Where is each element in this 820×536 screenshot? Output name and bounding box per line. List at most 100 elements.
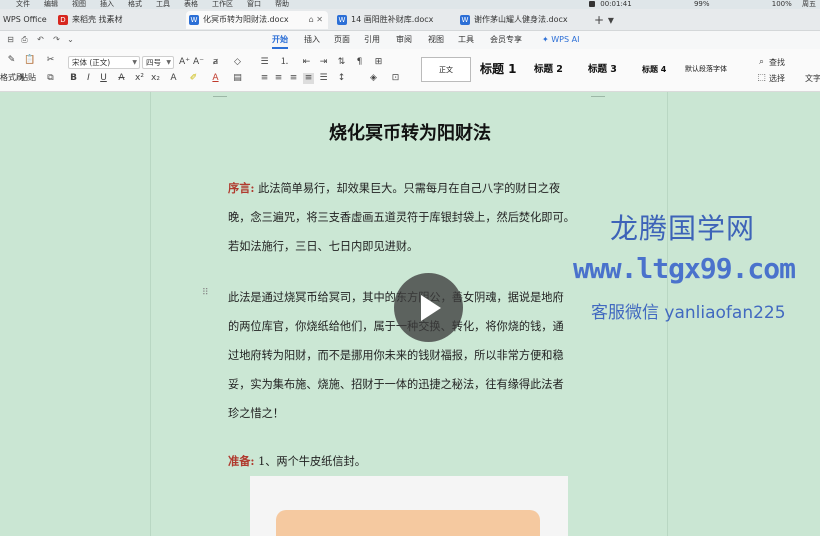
font-value: 宋体 (正文)	[72, 58, 111, 67]
wps-ai-label: WPS AI	[551, 35, 580, 44]
menubar-item[interactable]: 格式	[128, 0, 142, 9]
menubar-item[interactable]: 视图	[72, 0, 86, 9]
word-doc-icon: W	[337, 14, 347, 25]
decrease-indent-icon[interactable]: ⇤	[301, 57, 312, 68]
tab-docer[interactable]: D 来稻壳 找素材	[55, 11, 175, 29]
watermark-site-name: 龙腾国学网	[610, 212, 756, 245]
menubar-menu: 文件 编辑 视图 插入 格式 工具 表格 工作区 窗口 帮助	[16, 0, 303, 9]
tab-home[interactable]: 开始	[272, 31, 288, 49]
justify-icon[interactable]: ≡	[303, 73, 314, 84]
battery-percent: 99%	[693, 0, 710, 8]
bold-icon[interactable]: B	[68, 73, 79, 84]
prep-paragraph: 准备: 1、两个牛皮纸信封。	[228, 447, 598, 476]
menubar-item[interactable]: 工作区	[212, 0, 233, 9]
chevron-down-icon[interactable]: ⌄	[66, 35, 75, 44]
clear-format-icon[interactable]: ◇	[232, 57, 243, 68]
menubar-item[interactable]: 文件	[16, 0, 30, 9]
paste-icon[interactable]: 📋	[24, 55, 35, 66]
paste-label[interactable]: 粘贴	[20, 73, 36, 83]
font-family-select[interactable]: 宋体 (正文) ▼	[68, 56, 140, 69]
word-doc-icon: W	[189, 14, 199, 25]
new-tab-button[interactable]: + ▾	[594, 14, 614, 26]
text-effect-icon[interactable]: A	[168, 73, 179, 84]
tab-insert[interactable]: 插入	[304, 31, 320, 49]
find-label[interactable]: 查找	[769, 58, 785, 68]
align-right-icon[interactable]: ≡	[288, 73, 299, 84]
highlight-icon[interactable]: ✐	[188, 73, 199, 84]
record-icon[interactable]	[589, 1, 596, 7]
distributed-icon[interactable]: ☰	[318, 73, 329, 84]
numbering-icon[interactable]: ⒈	[279, 57, 290, 68]
font-size-select[interactable]: 四号 ▼	[142, 56, 174, 69]
align-center-icon[interactable]: ≡	[273, 73, 284, 84]
shrink-font-icon[interactable]: A⁻	[193, 57, 204, 68]
undo-icon[interactable]: ↶	[36, 35, 45, 44]
search-icon[interactable]: ⌕	[756, 57, 767, 68]
superscript-icon[interactable]: x²	[134, 73, 145, 84]
tab-references[interactable]: 引用	[364, 31, 380, 49]
video-play-button[interactable]	[394, 273, 463, 342]
tab-view[interactable]: 视图	[428, 31, 444, 49]
borders-icon[interactable]: ⊞	[373, 57, 384, 68]
align-left-icon[interactable]: ≡	[259, 73, 270, 84]
style-normal[interactable]: 正文	[421, 57, 471, 82]
shading-icon[interactable]: ◈	[368, 73, 379, 84]
preface-line-text: 此法简单易行，却效果巨大。只需每月在自己八字的财日之夜	[258, 182, 561, 195]
menubar-status: 00:01:41 99% 100% 周五	[589, 0, 816, 9]
body-line: 妥，实为集布施、烧施、招财于一体的迅捷之秘法，往有缘得此法者	[228, 378, 564, 391]
tab-member[interactable]: 会员专享	[490, 31, 522, 49]
copy-icon[interactable]: ⧉	[45, 73, 56, 84]
prep-text: 1、两个牛皮纸信封。	[254, 455, 366, 468]
increase-indent-icon[interactable]: ⇥	[318, 57, 329, 68]
table-border-icon[interactable]: ⊡	[390, 73, 401, 84]
tab-document-3[interactable]: W 谢作茅山耀人健身法.docx	[457, 11, 585, 29]
tab-wps-office[interactable]: WPS Office	[0, 11, 52, 29]
tab-document-2[interactable]: W 14 画阳胜补财库.docx	[334, 11, 446, 29]
print-icon[interactable]: ⎙	[20, 35, 29, 44]
style-heading-2[interactable]: 标题 2	[534, 57, 579, 82]
style-heading-3[interactable]: 标题 3	[588, 57, 633, 82]
menubar-item[interactable]: 插入	[100, 0, 114, 9]
tab-bar: WPS Office D 来稻壳 找素材 W 化冥币转为阳财法.docx ⌂ ✕ W…	[0, 9, 820, 31]
tab-tools[interactable]: 工具	[458, 31, 474, 49]
format-painter-icon[interactable]: ✎	[6, 55, 17, 66]
envelope-shape	[276, 510, 540, 536]
body-line: 珍之惜之！	[228, 407, 284, 420]
menubar-item[interactable]: 帮助	[275, 0, 289, 9]
close-tab-icon[interactable]: ⌂ ✕	[309, 11, 323, 29]
drag-handle-icon[interactable]: ⠿	[202, 288, 210, 299]
redo-icon[interactable]: ↷	[52, 35, 61, 44]
clock: 周五	[802, 0, 816, 8]
underline-icon[interactable]: U	[98, 73, 109, 84]
bullets-icon[interactable]: ☰	[259, 57, 270, 68]
case-icon[interactable]: ⱥ	[210, 57, 221, 68]
menubar-item[interactable]: 窗口	[247, 0, 261, 9]
style-heading-1[interactable]: 标题 1	[480, 57, 525, 82]
select-label[interactable]: 选择	[769, 74, 785, 84]
tab-document-active[interactable]: W 化冥币转为阳财法.docx ⌂ ✕	[186, 11, 328, 29]
tab-review[interactable]: 审阅	[396, 31, 412, 49]
menubar-item[interactable]: 编辑	[44, 0, 58, 9]
save-icon[interactable]: ⊟	[6, 35, 15, 44]
word-doc-icon: W	[460, 14, 470, 25]
select-icon[interactable]: ⬚	[756, 73, 767, 84]
font-color-icon[interactable]: A	[210, 73, 221, 84]
italic-icon[interactable]: I	[83, 73, 94, 84]
cut-icon[interactable]: ✂	[45, 55, 56, 66]
line-spacing-icon[interactable]: ↕	[336, 73, 347, 84]
char-shading-icon[interactable]: ▤	[232, 73, 243, 84]
menubar-item[interactable]: 表格	[184, 0, 198, 9]
menubar-item[interactable]: 工具	[156, 0, 170, 9]
document-title: 烧化冥币转为阳财法	[329, 123, 491, 144]
envelope-image[interactable]	[250, 476, 568, 536]
show-marks-icon[interactable]: ¶	[354, 57, 365, 68]
sort-icon[interactable]: ⇅	[336, 57, 347, 68]
style-default-para[interactable]: 默认段落字体	[685, 57, 740, 82]
strikethrough-icon[interactable]: A	[116, 73, 127, 84]
wps-ai-button[interactable]: ✦ WPS AI	[542, 31, 579, 49]
tab-page[interactable]: 页面	[334, 31, 350, 49]
grow-font-icon[interactable]: A⁺	[179, 57, 190, 68]
style-heading-4[interactable]: 标题 4	[642, 57, 682, 82]
subscript-icon[interactable]: x₂	[150, 73, 161, 84]
text-tool-label[interactable]: 文字	[805, 74, 820, 84]
